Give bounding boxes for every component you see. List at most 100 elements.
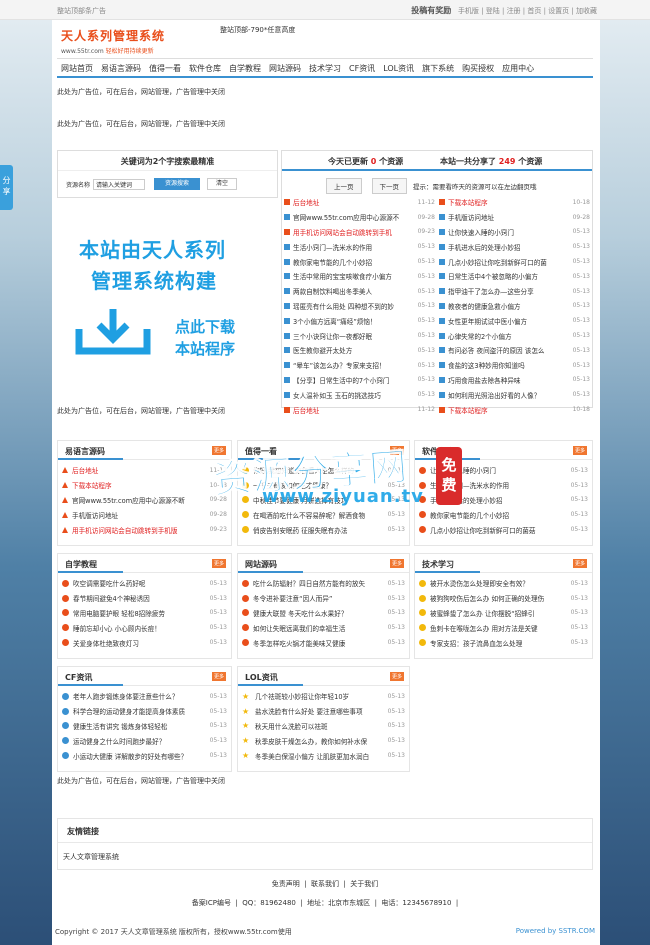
list-item[interactable]: 【分享】日常生活中的7个小窍门 05-13 <box>284 373 435 388</box>
site-logo[interactable]: 天人系列管理系统 www.55tr.com 轻松好用持续更新 <box>61 27 165 55</box>
nav-zhide[interactable]: 值得一看 <box>145 59 185 76</box>
nav-buy[interactable]: 购买授权 <box>458 59 498 76</box>
submit-reward-link[interactable]: 投稿有奖励 <box>411 6 451 15</box>
list-item[interactable]: 瑶匿亮有什么用处 四种想不到的妙 05-13 <box>284 299 435 314</box>
list-item[interactable]: ★ 秋季皮肤干燥怎么办，教你如何补水保 05-13 <box>242 733 405 748</box>
home-link[interactable]: 首页 <box>527 7 541 15</box>
list-item[interactable]: 3个小偏方远离“痛经”烦恼！ 05-13 <box>284 313 435 328</box>
list-item[interactable]: 后台地址 11-12 <box>284 402 435 417</box>
list-item[interactable]: 专家支招：孩子流鼻血怎么处理 05-13 <box>419 635 588 650</box>
list-item[interactable]: 教你家电节能的几个小妙招 05-13 <box>284 254 435 269</box>
list-item[interactable]: 吃什么防辐射？四日自然方能有的放矢 05-13 <box>242 576 405 591</box>
nav-cf[interactable]: CF资讯 <box>345 59 379 76</box>
list-item[interactable]: 俏皮告别安眠药 征服失眠有办法 05-13 <box>242 522 405 537</box>
list-item[interactable]: 在喝酒前吃什么不容易醉呢？解酒食物 05-13 <box>242 507 405 522</box>
list-item[interactable]: 下载本站程序 10-18 <box>439 402 590 417</box>
list-item[interactable]: 生活中常用的宝宝咳嗽食疗小偏方 05-13 <box>284 269 435 284</box>
more-button[interactable]: 更多 <box>572 446 587 455</box>
list-item[interactable]: 指甲油干了怎么办—这些分享 05-13 <box>439 284 590 299</box>
next-page-button[interactable]: 下一页 <box>371 178 407 194</box>
list-item[interactable]: 老年人跑步锻炼身体要注意些什么？ 05-13 <box>62 689 227 704</box>
search-button[interactable]: 资源搜索 <box>154 178 201 190</box>
list-item[interactable]: ★ 秋天用什么洗脸可以祛斑 05-13 <box>242 719 405 734</box>
nav-systems[interactable]: 旗下系统 <box>418 59 458 76</box>
list-item[interactable]: 鱼刺卡在喉咙怎么办 用对方法是关键 05-13 <box>419 620 588 635</box>
powered-by[interactable]: Powered by SSTR.COM <box>516 927 595 935</box>
list-item[interactable]: 女人温补如玉 玉石的挑选技巧 05-13 <box>284 387 435 402</box>
list-item[interactable]: ★ 几个祛斑较小妙招让你年轻10岁 05-13 <box>242 689 405 704</box>
list-item[interactable]: 生活小窍门—洗米水的作用 05-13 <box>284 239 435 254</box>
list-item[interactable]: 如何让失眠远离我们的幸福生活 05-13 <box>242 620 405 635</box>
bookmark-link[interactable]: 加收藏 <box>576 7 597 15</box>
share-tab[interactable]: 分享 <box>0 165 13 210</box>
list-item[interactable]: 小运动大健康 详解散步的好处有哪些？ 05-13 <box>62 748 227 763</box>
list-item[interactable]: 教你家电节能的几个小妙招 05-13 <box>419 507 588 522</box>
list-item[interactable]: 如何利用光照治出好看的人像？ 05-13 <box>439 387 590 402</box>
list-item[interactable]: 下载本站程序 10-18 <box>439 195 590 210</box>
nav-lol[interactable]: LOL资讯 <box>379 59 418 76</box>
footer-disclaimer[interactable]: 免责声明 <box>272 880 300 888</box>
more-button[interactable]: 更多 <box>389 559 404 568</box>
download-banner[interactable]: 本站由天人系列 管理系统构建 点此下载 本站程序 <box>57 212 278 402</box>
nav-apps[interactable]: 应用中心 <box>498 59 538 76</box>
friend-link-item[interactable]: 天人文章管理系统 <box>58 843 592 871</box>
nav-home[interactable]: 网站首页 <box>57 59 97 76</box>
list-item[interactable]: ★ 冬季美白保湿小偏方 让肌肤更加水润白 05-13 <box>242 748 405 763</box>
search-input[interactable] <box>93 178 146 190</box>
list-item[interactable]: 睡前忘却小心 小心顾内长痘！ 05-13 <box>62 620 227 635</box>
nav-yiyuyan[interactable]: 易语言源码 <box>97 59 145 76</box>
mobile-link[interactable]: 手机版 <box>458 7 479 15</box>
list-item[interactable]: 被开水烫伤怎么处理即安全有效？ 05-13 <box>419 576 588 591</box>
list-item[interactable]: 被狗狗咬伤后怎么办 如何正确的处理伤 05-13 <box>419 591 588 606</box>
login-link[interactable]: 登陆 <box>486 7 500 15</box>
list-item[interactable]: 三个小诀窍让你一夜都好眠 05-13 <box>284 328 435 343</box>
list-item[interactable]: 运动健身之什么时间跑步最好？ 05-13 <box>62 733 227 748</box>
list-item[interactable]: 巧用食用盐去除各种异味 05-13 <box>439 373 590 388</box>
list-item[interactable]: “晕车”该怎么办？专家来支招！ 05-13 <box>284 358 435 373</box>
set-homepage-link[interactable]: 设置页 <box>548 7 569 15</box>
list-item[interactable]: 几点小妙招让你吃到新鲜可口的菌菇 05-13 <box>419 522 588 537</box>
list-item[interactable]: 春节期间避免4个神秘诱因 05-13 <box>62 591 227 606</box>
list-item[interactable]: 用手机访问网站会自动跳转到手机 09-23 <box>284 225 435 240</box>
more-button[interactable]: 更多 <box>572 559 587 568</box>
list-item[interactable]: 几点小妙招让你吃到新鲜可口的菌 05-13 <box>439 254 590 269</box>
list-item[interactable]: 冬季怎样吃火锅才能美味又健康 05-13 <box>242 635 405 650</box>
nav-software[interactable]: 软件仓库 <box>185 59 225 76</box>
list-item[interactable]: 下载本站程序 10-18 <box>62 478 227 493</box>
prev-page-button[interactable]: 上一页 <box>326 178 362 194</box>
list-item[interactable]: 科学合理的运动健身才能提高身体素质 05-13 <box>62 704 227 719</box>
list-item[interactable]: 用手机访问网站会自动跳转到手机版 09-23 <box>62 522 227 537</box>
list-item[interactable]: 健康大联盟 冬天吃什么水果好？ 05-13 <box>242 606 405 621</box>
nav-tutorial[interactable]: 自学教程 <box>225 59 265 76</box>
clear-button[interactable]: 清空 <box>207 178 238 190</box>
list-item[interactable]: ★ 盐水洗脸有什么好处 要注意哪些事项 05-13 <box>242 704 405 719</box>
list-item[interactable]: 官网www.55tr.com应用中心源源不断 09-28 <box>62 493 227 508</box>
list-item[interactable]: 心律失常的2个小偏方 05-13 <box>439 328 590 343</box>
list-item[interactable]: 健康生活有讲究 锻炼身体轻轻松 05-13 <box>62 719 227 734</box>
more-button[interactable]: 更多 <box>211 559 226 568</box>
list-item[interactable]: 官网www.55tr.com应用中心源源不 09-28 <box>284 210 435 225</box>
list-item[interactable]: 两款自制饮料喝出冬季美人 05-13 <box>284 284 435 299</box>
list-item[interactable]: 让你快速入睡的小窍门 05-13 <box>439 225 590 240</box>
list-item[interactable]: 手机版访问地址 09-28 <box>62 507 227 522</box>
list-item[interactable]: 吹空调需要吃什么药好呢 05-13 <box>62 576 227 591</box>
nav-tech[interactable]: 技术学习 <box>305 59 345 76</box>
list-item[interactable]: 关爱身体杜绝致夜灯习 05-13 <box>62 635 227 650</box>
list-item[interactable]: 医生教你避开太处方 05-13 <box>284 343 435 358</box>
list-item[interactable]: 教夜者的健康急救小偏方 05-13 <box>439 299 590 314</box>
register-link[interactable]: 注册 <box>507 7 521 15</box>
footer-about[interactable]: 关于我们 <box>350 880 378 888</box>
list-item[interactable]: 食盐的这3种妙用你知道吗 05-13 <box>439 358 590 373</box>
list-item[interactable]: 被蜜蜂蛰了怎么办 让你摆脱“招蜂引 05-13 <box>419 606 588 621</box>
list-item[interactable]: 冬令进补要注意“因人而异” 05-13 <box>242 591 405 606</box>
list-item[interactable]: 后台地址 11-12 <box>284 195 435 210</box>
list-item[interactable]: 手机版访问地址 09-28 <box>439 210 590 225</box>
nav-source[interactable]: 网站源码 <box>265 59 305 76</box>
list-item[interactable]: 常用电脑要护眼 轻松8招除疲劳 05-13 <box>62 606 227 621</box>
list-item[interactable]: 日常生活中4个被忽略的小偏方 05-13 <box>439 269 590 284</box>
more-button[interactable]: 更多 <box>211 672 226 681</box>
list-item[interactable]: 女性更年期试试中医小偏方 05-13 <box>439 313 590 328</box>
list-item[interactable]: 手机进水后的处理小妙招 05-13 <box>439 239 590 254</box>
list-item[interactable]: 后台地址 11-12 <box>62 463 227 478</box>
more-button[interactable]: 更多 <box>389 672 404 681</box>
